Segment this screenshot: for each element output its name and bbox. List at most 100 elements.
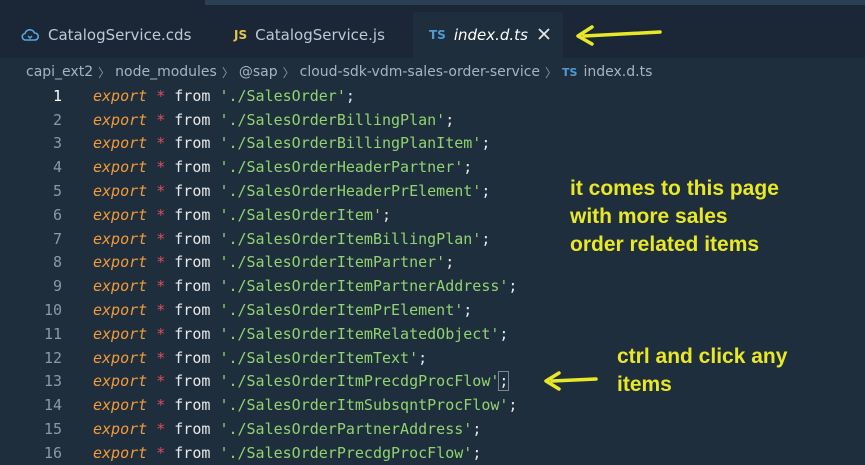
code-editor[interactable]: 1 export * from './SalesOrder'; 2 export *… xyxy=(0,86,865,463)
code-text[interactable]: export * from './SalesOrder'; xyxy=(93,87,355,105)
code-text[interactable]: export * from './SalesOrderHeaderPrEleme… xyxy=(93,182,490,200)
semicolon: ; xyxy=(472,443,482,462)
module-path[interactable]: './SalesOrderItemPartner' xyxy=(219,253,445,271)
code-text[interactable]: export * from './SalesOrderItemPartnerAd… xyxy=(93,277,517,295)
line-number: 14 xyxy=(43,396,62,415)
semicolon: ; xyxy=(472,420,482,439)
line-number: 5 xyxy=(52,182,62,201)
tab-catalogservice-js[interactable]: JS CatalogService.js xyxy=(220,12,410,58)
line-number: 2 xyxy=(52,110,62,129)
operator-star: * xyxy=(156,277,166,296)
breadcrumb-item[interactable]: node_modules xyxy=(115,64,217,80)
operator-star: * xyxy=(156,182,166,201)
code-text[interactable]: export * from './SalesOrderPrecdgProcFlo… xyxy=(93,444,481,462)
keyword-export: export xyxy=(93,372,148,391)
keyword-from: from xyxy=(174,86,211,105)
ts-file-icon: TS xyxy=(429,28,446,42)
code-line[interactable]: 16 export * from './SalesOrderPrecdgProcF… xyxy=(0,441,865,465)
module-path[interactable]: './SalesOrderItemText' xyxy=(219,349,418,367)
module-path[interactable]: './SalesOrderBillingPlan' xyxy=(219,111,445,129)
tab-label: CatalogService.cds xyxy=(48,26,192,44)
tab-bar-divider xyxy=(205,0,865,5)
breadcrumb-item[interactable]: cloud-sdk-vdm-sales-order-service xyxy=(300,64,540,80)
semicolon: ; xyxy=(445,253,455,272)
code-text[interactable]: export * from './SalesOrderItemText'; xyxy=(93,349,427,367)
breadcrumb-item[interactable]: @sap xyxy=(239,64,278,80)
code-line[interactable]: 2 export * from './SalesOrderBillingPlan'… xyxy=(0,108,865,132)
module-path[interactable]: './SalesOrderHeaderPrElement' xyxy=(219,182,481,200)
keyword-export: export xyxy=(93,229,148,248)
keyword-from: from xyxy=(174,348,211,367)
keyword-export: export xyxy=(93,86,148,105)
keyword-export: export xyxy=(93,443,148,462)
module-path[interactable]: './SalesOrderItmPrecdgProcFlow' xyxy=(219,372,499,390)
semicolon: ; xyxy=(463,301,473,320)
keyword-export: export xyxy=(93,396,148,415)
code-text[interactable]: export * from './SalesOrderItmSubsqntPro… xyxy=(93,396,517,414)
code-text[interactable]: export * from './SalesOrderItemPartner'; xyxy=(93,253,454,271)
code-text[interactable]: export * from './SalesOrderItemPrElement… xyxy=(93,301,472,319)
semicolon: ; xyxy=(498,371,510,392)
module-path[interactable]: './SalesOrderHeaderPartner' xyxy=(219,158,463,176)
module-path[interactable]: './SalesOrderItem' xyxy=(219,206,382,224)
code-line[interactable]: 9 export * from './SalesOrderItemPartnerA… xyxy=(0,274,865,298)
code-text[interactable]: export * from './SalesOrderBillingPlan'; xyxy=(93,111,454,129)
tab-catalogservice-cds[interactable]: CatalogService.cds xyxy=(0,12,210,58)
code-line[interactable]: 10 export * from './SalesOrderItemPrEleme… xyxy=(0,298,865,322)
operator-star: * xyxy=(156,86,166,105)
annotation-click-note: ctrl and click any items xyxy=(617,343,787,399)
keyword-export: export xyxy=(93,110,148,129)
keyword-from: from xyxy=(174,205,211,224)
module-path[interactable]: './SalesOrderItemPartnerAddress' xyxy=(219,277,508,295)
module-path[interactable]: './SalesOrderPartnerAddress' xyxy=(219,420,472,438)
line-number: 8 xyxy=(52,253,62,272)
keyword-export: export xyxy=(93,324,148,343)
line-number: 3 xyxy=(52,134,62,153)
module-path[interactable]: './SalesOrderPrecdgProcFlow' xyxy=(219,444,472,462)
annotation-line: ctrl and click any xyxy=(617,345,788,368)
module-path[interactable]: './SalesOrderItemBillingPlan' xyxy=(219,230,481,248)
module-path[interactable]: './SalesOrder' xyxy=(219,87,345,105)
keyword-from: from xyxy=(174,277,211,296)
module-path[interactable]: './SalesOrderItmSubsqntProcFlow' xyxy=(219,396,508,414)
semicolon: ; xyxy=(499,324,509,343)
module-path[interactable]: './SalesOrderItemPrElement' xyxy=(219,301,463,319)
code-text[interactable]: export * from './SalesOrderItmPrecdgProc… xyxy=(93,371,510,392)
code-text[interactable]: export * from './SalesOrderPartnerAddres… xyxy=(93,420,481,438)
keyword-export: export xyxy=(93,182,148,201)
code-text[interactable]: export * from './SalesOrderItem'; xyxy=(93,206,391,224)
chevron-right-icon: 〉 xyxy=(98,65,111,80)
keyword-from: from xyxy=(174,134,211,153)
semicolon: ; xyxy=(481,229,491,248)
code-line[interactable]: 15 export * from './SalesOrderPartnerAddr… xyxy=(0,417,865,441)
keyword-from: from xyxy=(174,253,211,272)
line-number: 15 xyxy=(43,420,62,439)
semicolon: ; xyxy=(345,86,355,105)
semicolon: ; xyxy=(463,158,473,177)
tab-index-d-ts[interactable]: TS index.d.ts xyxy=(413,12,563,58)
code-text[interactable]: export * from './SalesOrderHeaderPartner… xyxy=(93,158,472,176)
semicolon: ; xyxy=(382,205,392,224)
code-line[interactable]: 1 export * from './SalesOrder'; xyxy=(0,84,865,108)
operator-star: * xyxy=(156,420,166,439)
keyword-from: from xyxy=(174,324,211,343)
module-path[interactable]: './SalesOrderItemRelatedObject' xyxy=(219,325,499,343)
close-icon[interactable] xyxy=(535,25,553,43)
code-text[interactable]: export * from './SalesOrderItemBillingPl… xyxy=(93,230,490,248)
editor-tab-bar: CatalogService.cds JS CatalogService.js … xyxy=(0,0,865,58)
operator-star: * xyxy=(156,229,166,248)
operator-star: * xyxy=(156,324,166,343)
chevron-right-icon: 〉 xyxy=(282,65,295,80)
tab-label: CatalogService.js xyxy=(255,26,385,44)
module-path[interactable]: './SalesOrderBillingPlanItem' xyxy=(219,134,481,152)
line-number: 1 xyxy=(52,86,62,105)
semicolon: ; xyxy=(508,396,518,415)
keyword-export: export xyxy=(93,420,148,439)
code-text[interactable]: export * from './SalesOrderItemRelatedOb… xyxy=(93,325,508,343)
line-number: 11 xyxy=(43,324,62,343)
breadcrumb-item[interactable]: capi_ext2 xyxy=(26,64,93,80)
breadcrumb-file[interactable]: index.d.ts xyxy=(583,64,652,80)
code-line[interactable]: 3 export * from './SalesOrderBillingPlanI… xyxy=(0,132,865,156)
code-text[interactable]: export * from './SalesOrderBillingPlanIt… xyxy=(93,134,490,152)
annotation-line: it comes to this page xyxy=(570,177,779,200)
